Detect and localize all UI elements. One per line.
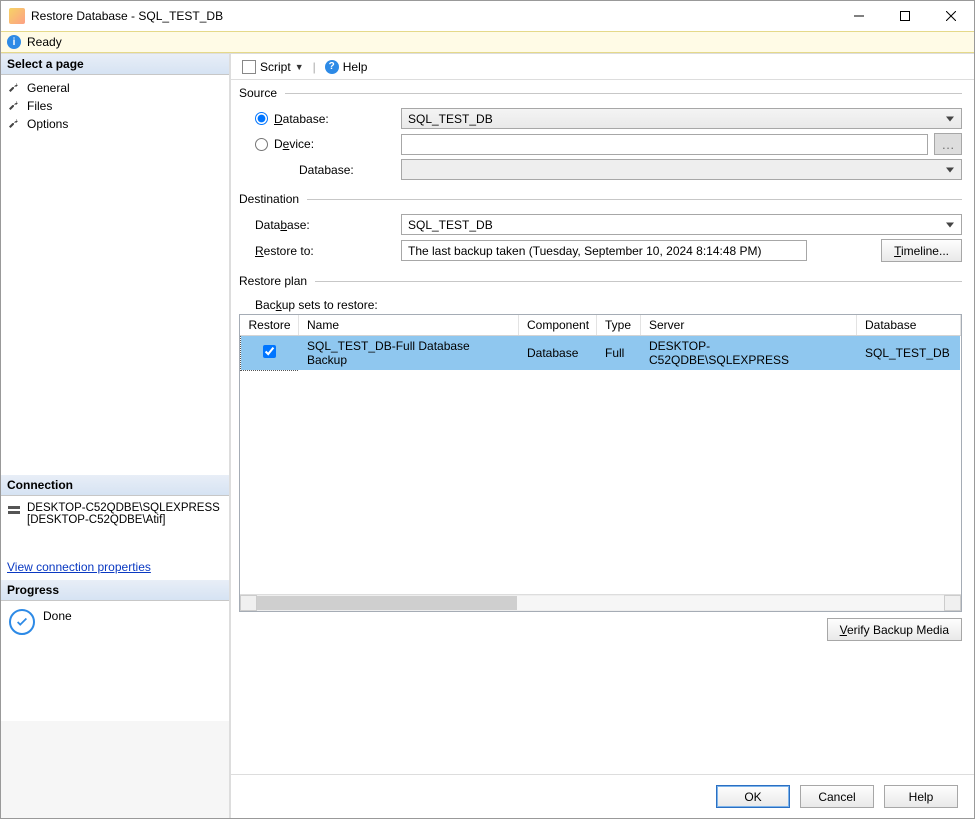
backup-sets-table[interactable]: Restore Name Component Type Server Datab…: [239, 314, 962, 612]
script-label: Script: [260, 60, 291, 74]
status-text: Ready: [27, 35, 62, 49]
page-item-label: Options: [27, 117, 68, 131]
restore-to-label: Restore to:: [255, 244, 314, 258]
col-database[interactable]: Database: [857, 315, 961, 336]
table-row[interactable]: SQL_TEST_DB-Full Database Backup Databas…: [241, 336, 961, 371]
page-item-general[interactable]: General: [1, 79, 229, 97]
minimize-button[interactable]: [836, 1, 882, 31]
script-icon: [242, 60, 256, 74]
scroll-right-arrow[interactable]: [944, 595, 961, 611]
info-icon: i: [7, 35, 21, 49]
destination-group: Destination Database: Restore to:: [239, 192, 962, 266]
source-device-database-select: [401, 159, 962, 180]
col-server[interactable]: Server: [641, 315, 857, 336]
cancel-button[interactable]: Cancel: [800, 785, 874, 808]
app-icon: [9, 8, 25, 24]
source-device-database-label: Database:: [299, 163, 354, 177]
page-item-options[interactable]: Options: [1, 115, 229, 133]
source-group: Source Database: D: [239, 86, 962, 184]
backup-sets-label: Backup sets to restore:: [255, 298, 962, 312]
wrench-icon: [7, 117, 21, 131]
col-type[interactable]: Type: [597, 315, 641, 336]
cell-name: SQL_TEST_DB-Full Database Backup: [299, 336, 519, 371]
page-list: General Files Options: [1, 75, 229, 475]
source-device-browse-button[interactable]: …: [934, 133, 962, 155]
help-label: Help: [343, 60, 368, 74]
source-device-label: Device:: [274, 137, 314, 151]
dialog-button-bar: OK Cancel Help: [231, 774, 974, 818]
chevron-down-icon: ▼: [295, 62, 304, 72]
connection-block: DESKTOP-C52QDBE\SQLEXPRESS [DESKTOP-C52Q…: [1, 496, 229, 580]
page-item-label: General: [27, 81, 70, 95]
source-device-field[interactable]: [401, 134, 928, 155]
source-database-label: Database:: [274, 112, 329, 126]
select-page-header: Select a page: [1, 54, 229, 75]
timeline-button[interactable]: Timeline...: [881, 239, 962, 262]
window-title: Restore Database - SQL_TEST_DB: [31, 9, 836, 23]
source-database-radio[interactable]: [255, 112, 268, 125]
cell-database: SQL_TEST_DB: [857, 336, 961, 371]
progress-text: Done: [43, 609, 72, 623]
progress-block: Done: [1, 601, 229, 721]
help-button-footer[interactable]: Help: [884, 785, 958, 808]
source-legend: Source: [239, 86, 277, 100]
col-restore[interactable]: Restore: [241, 315, 299, 336]
wrench-icon: [7, 99, 21, 113]
check-circle-icon: [9, 609, 35, 635]
help-icon: ?: [325, 60, 339, 74]
scroll-left-arrow[interactable]: [240, 595, 257, 611]
main-panel: Script ▼ | ? Help Source Database:: [231, 54, 974, 818]
horizontal-scrollbar[interactable]: [240, 594, 961, 611]
col-name[interactable]: Name: [299, 315, 519, 336]
destination-legend: Destination: [239, 192, 299, 206]
restore-to-field[interactable]: [401, 240, 807, 261]
status-strip: i Ready: [1, 31, 974, 53]
maximize-button[interactable]: [882, 1, 928, 31]
ok-button[interactable]: OK: [716, 785, 790, 808]
connection-header: Connection: [1, 475, 229, 496]
server-icon: [7, 504, 21, 518]
progress-header: Progress: [1, 580, 229, 601]
destination-database-label: Database:: [255, 218, 310, 232]
titlebar: Restore Database - SQL_TEST_DB: [1, 1, 974, 31]
connection-value: DESKTOP-C52QDBE\SQLEXPRESS [DESKTOP-C52Q…: [27, 502, 223, 526]
restore-plan-group: Restore plan Backup sets to restore: Res…: [239, 274, 962, 768]
page-item-label: Files: [27, 99, 52, 113]
source-database-select[interactable]: [401, 108, 962, 129]
scroll-track[interactable]: [257, 595, 944, 611]
toolbar: Script ▼ | ? Help: [231, 54, 974, 80]
destination-database-select[interactable]: [401, 214, 962, 235]
scroll-thumb[interactable]: [257, 596, 517, 610]
left-panel: Select a page General Files Options: [1, 54, 231, 818]
restore-checkbox[interactable]: [263, 345, 276, 358]
col-component[interactable]: Component: [519, 315, 597, 336]
help-button[interactable]: ? Help: [322, 59, 371, 75]
verify-backup-media-button[interactable]: Verify Backup Media: [827, 618, 962, 641]
cell-component: Database: [519, 336, 597, 371]
table-header-row: Restore Name Component Type Server Datab…: [241, 315, 961, 336]
page-item-files[interactable]: Files: [1, 97, 229, 115]
view-connection-properties-link[interactable]: View connection properties: [7, 560, 223, 574]
restore-plan-legend: Restore plan: [239, 274, 307, 288]
cell-server: DESKTOP-C52QDBE\SQLEXPRESS: [641, 336, 857, 371]
close-button[interactable]: [928, 1, 974, 31]
cell-type: Full: [597, 336, 641, 371]
script-button[interactable]: Script ▼: [239, 59, 307, 75]
source-device-radio[interactable]: [255, 138, 268, 151]
toolbar-separator: |: [313, 60, 316, 74]
wrench-icon: [7, 81, 21, 95]
